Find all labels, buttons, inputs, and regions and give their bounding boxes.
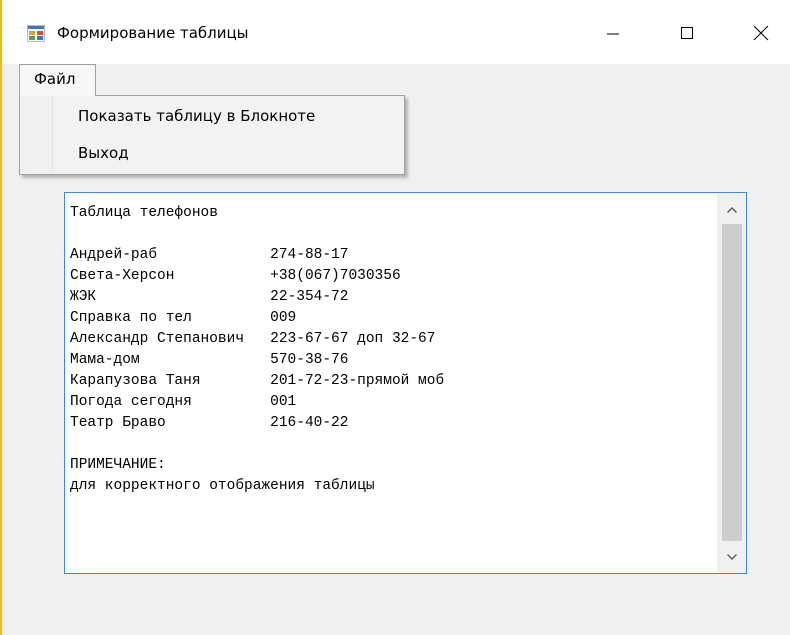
close-icon [753,25,769,41]
chevron-down-icon [726,553,737,560]
chevron-up-icon [726,206,737,213]
menu-item-show-in-notepad[interactable]: Показать таблицу в Блокноте [78,107,315,125]
maximize-icon [681,27,693,39]
window-edge-accent [0,0,2,635]
menu-file-label: Файл [34,70,76,88]
main-window: Формирование таблицы Файл Показать табли… [0,0,790,635]
scroll-up-button[interactable] [717,195,746,224]
maximize-button[interactable] [664,10,710,56]
scroll-down-button[interactable] [717,542,746,571]
phone-table-textbox[interactable]: Таблица телефонов Андрей-раб 274-88-17 С… [64,192,747,574]
menu-icon-gutter [20,96,53,174]
menu-file[interactable]: Файл [19,64,96,96]
menu-bar: Файл [2,64,790,96]
vertical-scrollbar[interactable] [717,193,746,573]
form-app-icon [26,24,46,43]
minimize-icon [607,33,619,35]
window-title: Формирование таблицы [57,24,249,42]
textbox-content: Таблица телефонов Андрей-раб 274-88-17 С… [70,205,445,494]
title-bar[interactable]: Формирование таблицы [2,0,790,64]
scroll-thumb[interactable] [722,224,742,541]
file-dropdown-menu: Показать таблицу в Блокноте Выход [19,95,405,175]
close-button[interactable] [738,10,784,56]
menu-item-exit[interactable]: Выход [78,144,129,162]
minimize-button[interactable] [590,10,636,56]
